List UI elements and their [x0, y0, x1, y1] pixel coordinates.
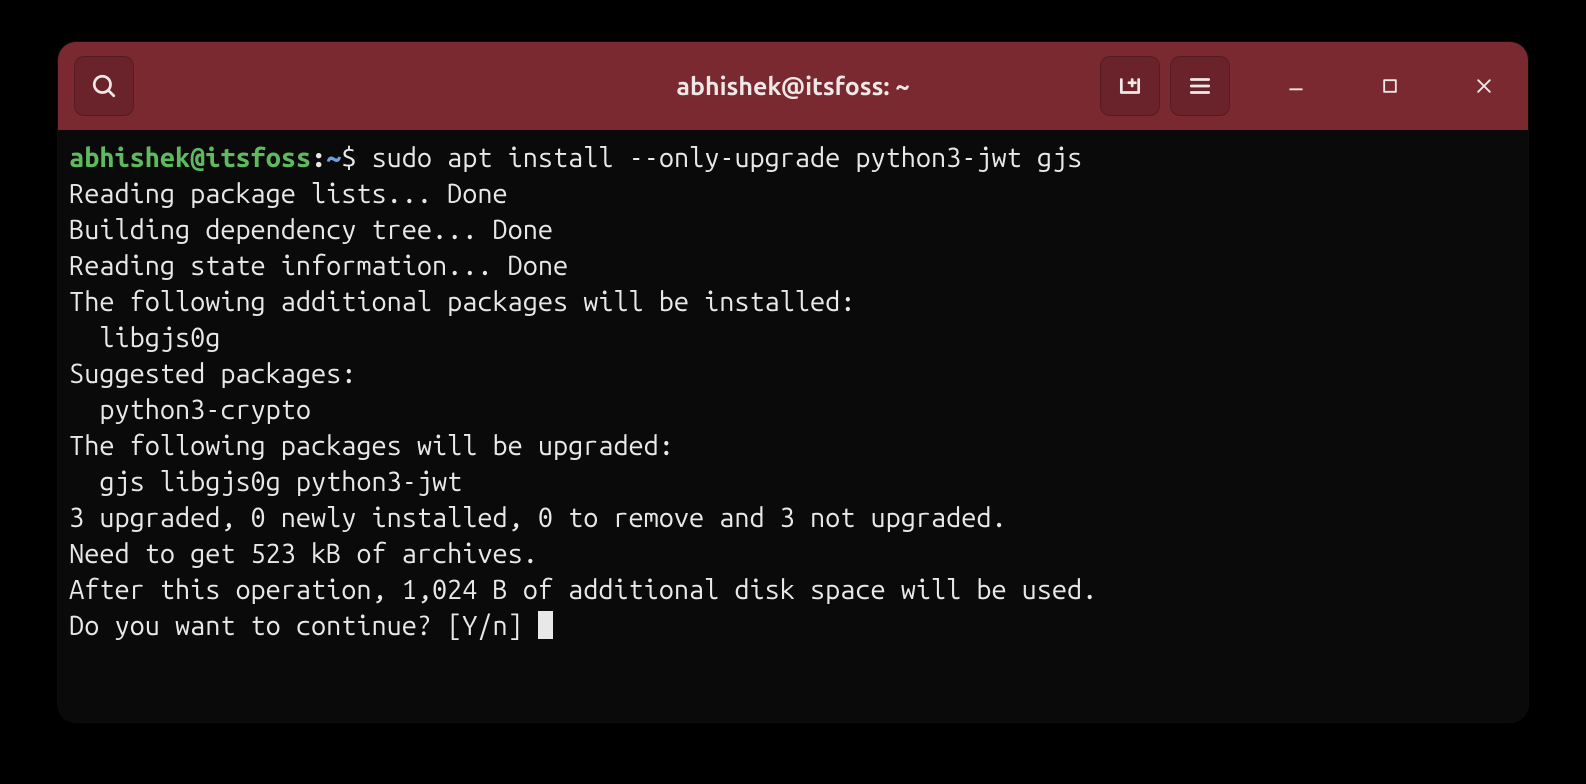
new-tab-icon — [1117, 73, 1143, 99]
prompt-dollar: $ — [341, 143, 356, 173]
window-title: abhishek@itsfoss: ~ — [676, 72, 909, 100]
output-line: 3 upgraded, 0 newly installed, 0 to remo… — [58, 500, 1528, 536]
prompt-colon: : — [311, 143, 326, 173]
minimize-icon — [1286, 76, 1306, 96]
minimize-button[interactable] — [1268, 58, 1324, 114]
output-line: Need to get 523 kB of archives. — [58, 536, 1528, 572]
output-line: Do you want to continue? [Y/n] — [58, 608, 1528, 644]
titlebar-left — [74, 56, 134, 116]
output-line: libgjs0g — [58, 320, 1528, 356]
hamburger-icon — [1187, 73, 1213, 99]
prompt-host: itsfoss — [205, 143, 311, 173]
prompt-path: ~ — [326, 143, 341, 173]
output-line: Reading state information... Done — [58, 248, 1528, 284]
close-icon — [1474, 76, 1494, 96]
menu-button[interactable] — [1170, 56, 1230, 116]
command-text: sudo apt install --only-upgrade python3-… — [372, 143, 1083, 173]
terminal-body[interactable]: abhishek@itsfoss:~$ sudo apt install --o… — [58, 130, 1528, 722]
prompt-line: abhishek@itsfoss:~$ sudo apt install --o… — [58, 140, 1528, 176]
cursor — [538, 611, 553, 639]
output-line: Reading package lists... Done — [58, 176, 1528, 212]
output-line: The following additional packages will b… — [58, 284, 1528, 320]
output-line: python3-crypto — [58, 392, 1528, 428]
output-line: gjs libgjs0g python3-jwt — [58, 464, 1528, 500]
output-line: Building dependency tree... Done — [58, 212, 1528, 248]
titlebar: abhishek@itsfoss: ~ — [58, 42, 1528, 130]
prompt-user: abhishek — [69, 143, 190, 173]
output-line: After this operation, 1,024 B of additio… — [58, 572, 1528, 608]
output-line: The following packages will be upgraded: — [58, 428, 1528, 464]
titlebar-right — [1100, 56, 1512, 116]
search-icon — [91, 73, 117, 99]
close-button[interactable] — [1456, 58, 1512, 114]
search-button[interactable] — [74, 56, 134, 116]
new-tab-button[interactable] — [1100, 56, 1160, 116]
maximize-icon — [1380, 76, 1400, 96]
terminal-window: abhishek@itsfoss: ~ — [58, 42, 1528, 722]
prompt-at: @ — [190, 143, 205, 173]
output-line: Suggested packages: — [58, 356, 1528, 392]
maximize-button[interactable] — [1362, 58, 1418, 114]
output-container: Reading package lists... Done Building d… — [58, 176, 1528, 644]
